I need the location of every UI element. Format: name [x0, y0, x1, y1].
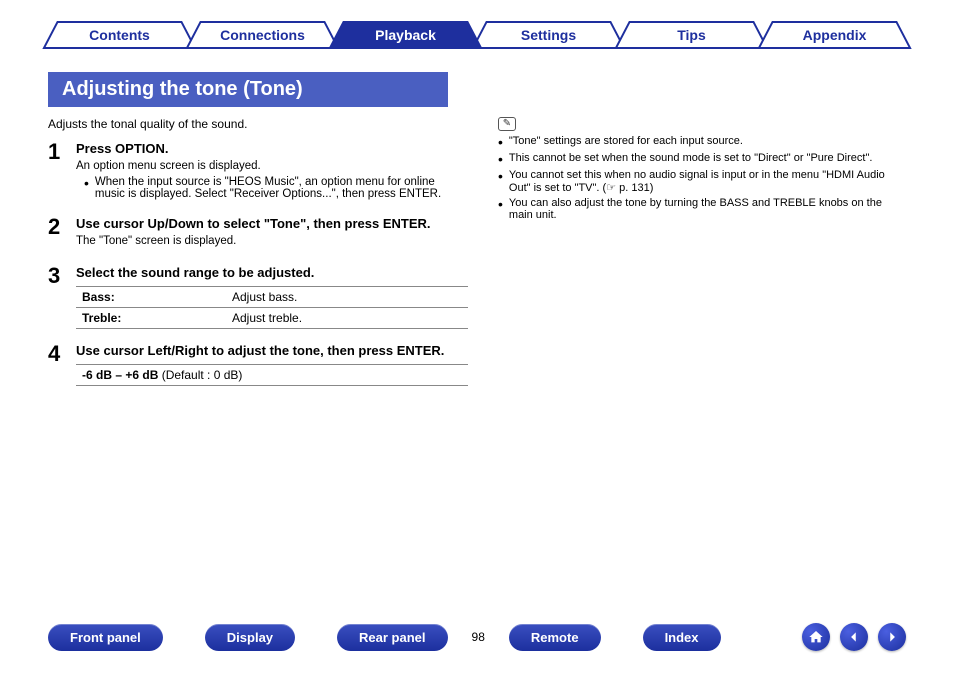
tab-label: Contents	[89, 27, 150, 43]
note-item: "Tone" settings are stored for each inpu…	[498, 135, 906, 149]
step-title: Select the sound range to be adjusted.	[76, 265, 468, 280]
range-bold: -6 dB – +6 dB	[82, 368, 158, 382]
notes-list: "Tone" settings are stored for each inpu…	[498, 135, 906, 221]
step-title: Use cursor Left/Right to adjust the tone…	[76, 343, 468, 358]
pencil-note-icon: ✎	[498, 117, 516, 131]
top-nav: Contents Connections Playback Settings T…	[0, 0, 954, 50]
pill-rear-panel[interactable]: Rear panel	[337, 624, 447, 651]
pill-remote[interactable]: Remote	[509, 624, 601, 651]
step-number: 3	[48, 265, 76, 329]
step-3: 3 Select the sound range to be adjusted.…	[48, 265, 468, 329]
tab-appendix[interactable]: Appendix	[757, 20, 912, 50]
pill-front-panel[interactable]: Front panel	[48, 624, 163, 651]
table-key: Treble:	[76, 308, 226, 329]
step-number: 1	[48, 141, 76, 202]
section-intro: Adjusts the tonal quality of the sound.	[48, 117, 468, 131]
tab-label: Connections	[220, 27, 305, 43]
step-4: 4 Use cursor Left/Right to adjust the to…	[48, 343, 468, 386]
step-desc: The "Tone" screen is displayed.	[76, 235, 468, 247]
pill-display[interactable]: Display	[205, 624, 295, 651]
range-row: -6 dB – +6 dB (Default : 0 dB)	[76, 364, 468, 386]
next-page-icon[interactable]	[878, 623, 906, 651]
home-icon[interactable]	[802, 623, 830, 651]
section-title: Adjusting the tone (Tone)	[48, 72, 448, 107]
bottom-bar: Front panel Display Rear panel 98 Remote…	[0, 623, 954, 651]
tab-label: Settings	[521, 27, 576, 43]
tab-label: Appendix	[803, 27, 867, 43]
nav-icons	[802, 623, 906, 651]
table-row: Bass: Adjust bass.	[76, 287, 468, 308]
tab-contents[interactable]: Contents	[42, 20, 197, 50]
tab-connections[interactable]: Connections	[185, 20, 340, 50]
note-item: This cannot be set when the sound mode i…	[498, 152, 906, 166]
table-row: Treble: Adjust treble.	[76, 308, 468, 329]
step-2: 2 Use cursor Up/Down to select "Tone", t…	[48, 216, 468, 251]
tab-settings[interactable]: Settings	[471, 20, 626, 50]
step-number: 2	[48, 216, 76, 251]
step-1: 1 Press OPTION. An option menu screen is…	[48, 141, 468, 202]
tone-table: Bass: Adjust bass. Treble: Adjust treble…	[76, 286, 468, 329]
pill-index[interactable]: Index	[643, 624, 721, 651]
prev-page-icon[interactable]	[840, 623, 868, 651]
tab-label: Playback	[375, 27, 436, 43]
table-val: Adjust bass.	[226, 287, 468, 308]
tab-playback[interactable]: Playback	[328, 20, 483, 50]
right-column: ✎ "Tone" settings are stored for each in…	[498, 113, 906, 400]
range-rest: (Default : 0 dB)	[158, 368, 242, 382]
left-column: Adjusts the tonal quality of the sound. …	[48, 113, 468, 400]
table-val: Adjust treble.	[226, 308, 468, 329]
tab-tips[interactable]: Tips	[614, 20, 769, 50]
table-key: Bass:	[76, 287, 226, 308]
note-item: You can also adjust the tone by turning …	[498, 197, 906, 221]
step-title: Use cursor Up/Down to select "Tone", the…	[76, 216, 468, 231]
step-title: Press OPTION.	[76, 141, 468, 156]
tab-label: Tips	[677, 27, 706, 43]
step-bullet: When the input source is "HEOS Music", a…	[84, 176, 468, 200]
note-item: You cannot set this when no audio signal…	[498, 169, 906, 194]
step-desc: An option menu screen is displayed.	[76, 160, 468, 172]
page-number: 98	[472, 630, 485, 644]
step-number: 4	[48, 343, 76, 386]
